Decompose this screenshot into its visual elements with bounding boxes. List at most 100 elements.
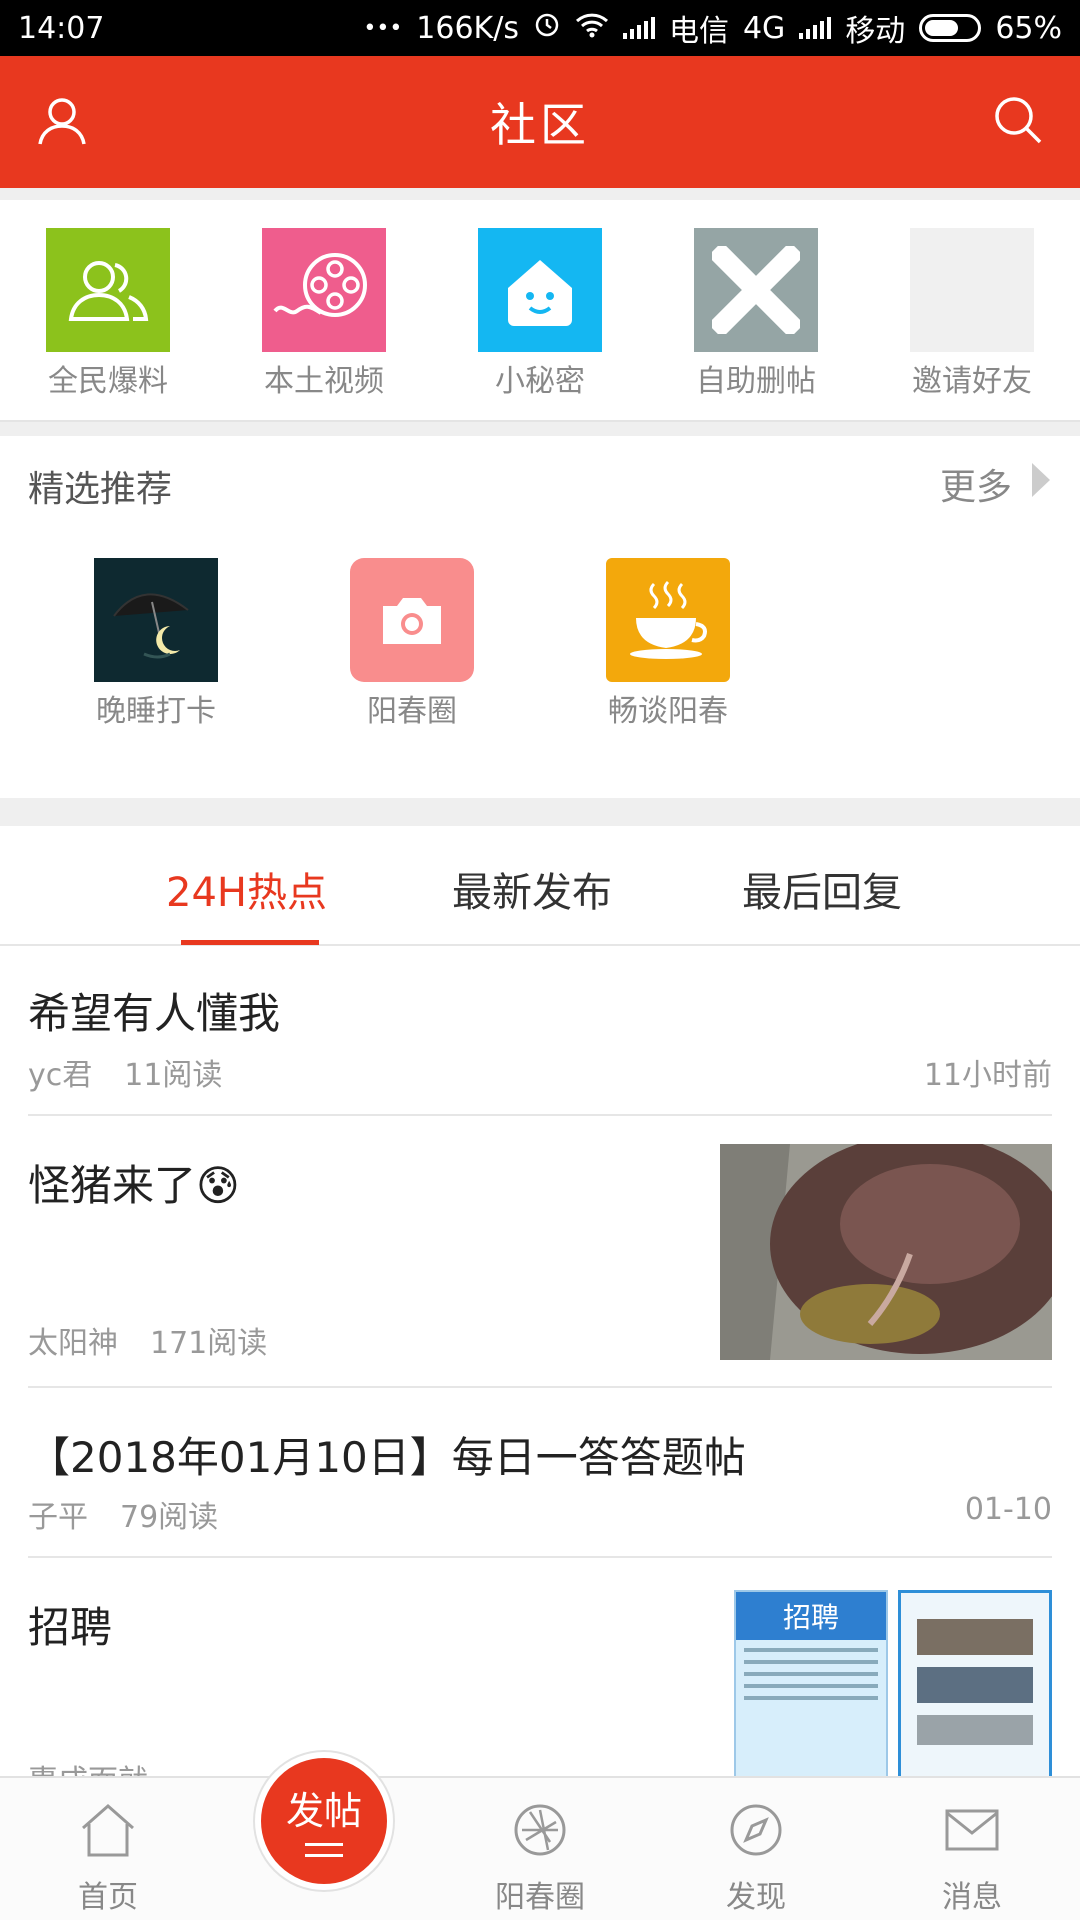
home-icon: [38, 1800, 178, 1860]
featured-title: 精选推荐: [28, 469, 173, 510]
status-bar: 14:07 ••• 166K/s 电信 4G 移动 65%: [0, 0, 1080, 56]
film-reel-icon: [262, 228, 386, 352]
tab-latest[interactable]: 最新发布: [452, 860, 612, 918]
house-face-icon: [478, 228, 602, 352]
wifi-icon: [575, 11, 609, 46]
post-title: 怪猪来了😰: [28, 1152, 240, 1213]
network-speed: 166K/s: [416, 10, 519, 46]
post-author: 惠成面就: [28, 1764, 148, 1776]
post-title-text: 怪猪来了: [28, 1161, 197, 1210]
profile-button[interactable]: [24, 84, 100, 160]
nav-yangchun-circle[interactable]: 阳春圈: [470, 1800, 610, 1916]
post-author: yc君: [28, 1058, 93, 1093]
chevron-right-icon: [1030, 461, 1052, 508]
status-time: 14:07: [18, 10, 105, 46]
quick-item-delete-post[interactable]: 自助删帖: [671, 228, 841, 400]
post-title: 招聘: [28, 1603, 113, 1652]
carrier-2: 移动: [845, 14, 906, 49]
alarm-icon: [533, 10, 561, 46]
app-header: 社区: [0, 56, 1080, 188]
blank-icon: [910, 228, 1034, 352]
battery-percent: 65%: [995, 10, 1062, 46]
new-post-label: 发帖: [285, 1789, 362, 1833]
nav-label: 消息: [942, 1880, 1002, 1915]
nav-home[interactable]: 首页: [38, 1800, 178, 1916]
post-reads: 11阅读: [124, 1058, 223, 1093]
nav-label: 阳春圈: [495, 1880, 585, 1915]
coffee-cup-icon: [606, 558, 730, 682]
post-reads: 171阅读: [150, 1326, 268, 1361]
quick-item-baoliao[interactable]: 全民爆料: [23, 228, 193, 400]
featured-label: 晚睡打卡: [96, 694, 216, 729]
quick-label: 小秘密: [495, 364, 585, 399]
post-reads: 79阅读: [120, 1500, 219, 1535]
new-post-button[interactable]: 发帖: [255, 1752, 393, 1890]
people-icon: [46, 228, 170, 352]
nav-discover[interactable]: 发现: [686, 1800, 826, 1916]
scared-emoji: 😰: [196, 1161, 240, 1210]
more-button[interactable]: 更多: [940, 458, 1052, 510]
quick-label: 全民爆料: [48, 364, 168, 399]
post-meta: 太阳神 171阅读: [28, 1318, 267, 1362]
nav-label: 首页: [78, 1880, 138, 1915]
post-thumbnail[interactable]: [720, 1144, 1052, 1360]
search-button[interactable]: [980, 84, 1056, 160]
post-time: 11小时前: [923, 1058, 1052, 1093]
lines-icon: [305, 1843, 343, 1857]
signal-icon: [622, 17, 655, 39]
aperture-icon: [470, 1800, 610, 1860]
quick-item-video[interactable]: 本土视频: [239, 228, 409, 400]
poster-title: 招聘: [736, 1592, 886, 1640]
divider: [0, 422, 1080, 436]
tab-last-reply[interactable]: 最后回复: [742, 860, 902, 918]
featured-label: 阳春圈: [367, 694, 457, 729]
bottom-nav: 首页 阳春圈 发现 消息: [0, 1776, 1080, 1920]
notification-dots: •••: [363, 15, 403, 41]
network-type: 4G: [742, 10, 786, 46]
recruitment-poster: 招聘: [734, 1590, 888, 1776]
divider: [0, 798, 1080, 826]
status-icons: ••• 166K/s 电信 4G 移动 65%: [363, 6, 1062, 50]
search-icon: [992, 94, 1044, 150]
quick-label: 本土视频: [264, 364, 384, 399]
post-item[interactable]: 【2018年01月10日】每日一答答题帖 子平 79阅读 01-10: [0, 1388, 1080, 1558]
tab-indicator: [181, 940, 319, 945]
post-meta: yc君 11阅读: [28, 1050, 222, 1094]
featured-item-yangchun-circle[interactable]: 阳春圈: [312, 558, 512, 730]
divider: [0, 188, 1080, 200]
post-meta: 子平 79阅读: [28, 1492, 218, 1536]
nav-messages[interactable]: 消息: [902, 1800, 1042, 1916]
post-item[interactable]: 怪猪来了😰 太阳神 171阅读: [0, 1116, 1080, 1388]
featured-item-late-night[interactable]: 晚睡打卡: [56, 558, 256, 730]
umbrella-moon-icon: [94, 558, 218, 682]
post-title: 希望有人懂我: [28, 989, 281, 1038]
tab-24h-hot[interactable]: 24H热点: [166, 860, 327, 918]
more-label: 更多: [939, 467, 1012, 508]
user-icon: [34, 92, 90, 152]
recruitment-photos: [898, 1590, 1052, 1776]
post-title: 【2018年01月10日】每日一答答题帖: [28, 1433, 746, 1482]
post-meta: 惠成面就: [28, 1756, 148, 1776]
post-tabs: 24H热点 最新发布 最后回复: [0, 826, 1080, 946]
post-item[interactable]: 希望有人懂我 yc君 11阅读 11小时前: [0, 946, 1080, 1116]
quick-label: 自助删帖: [696, 364, 816, 399]
battery-icon: [919, 14, 982, 42]
page-title: 社区: [490, 98, 590, 152]
quick-actions: 全民爆料 本土视频 小秘密 自助删帖 邀请好友: [0, 200, 1080, 422]
quick-label: 邀请好友: [912, 364, 1032, 399]
carrier-1: 电信: [668, 14, 729, 49]
quick-item-invite[interactable]: 邀请好友: [887, 228, 1057, 400]
featured-label: 畅谈阳春: [608, 694, 728, 729]
post-thumbnail[interactable]: 招聘: [730, 1590, 1052, 1776]
post-time: 01-10: [964, 1492, 1052, 1527]
post-author: 子平: [28, 1500, 88, 1535]
nav-label: 发现: [726, 1880, 786, 1915]
signal-icon-2: [799, 17, 832, 39]
compass-icon: [686, 1800, 826, 1860]
featured-item-chat[interactable]: 畅谈阳春: [568, 558, 768, 730]
x-icon: [694, 228, 818, 352]
quick-item-secret[interactable]: 小秘密: [455, 228, 625, 400]
post-author: 太阳神: [28, 1326, 118, 1361]
post-item[interactable]: 招聘 惠成面就 招聘: [0, 1558, 1080, 1776]
featured-section: 精选推荐 更多 晚睡打卡 阳春圈 畅谈阳春: [0, 436, 1080, 798]
